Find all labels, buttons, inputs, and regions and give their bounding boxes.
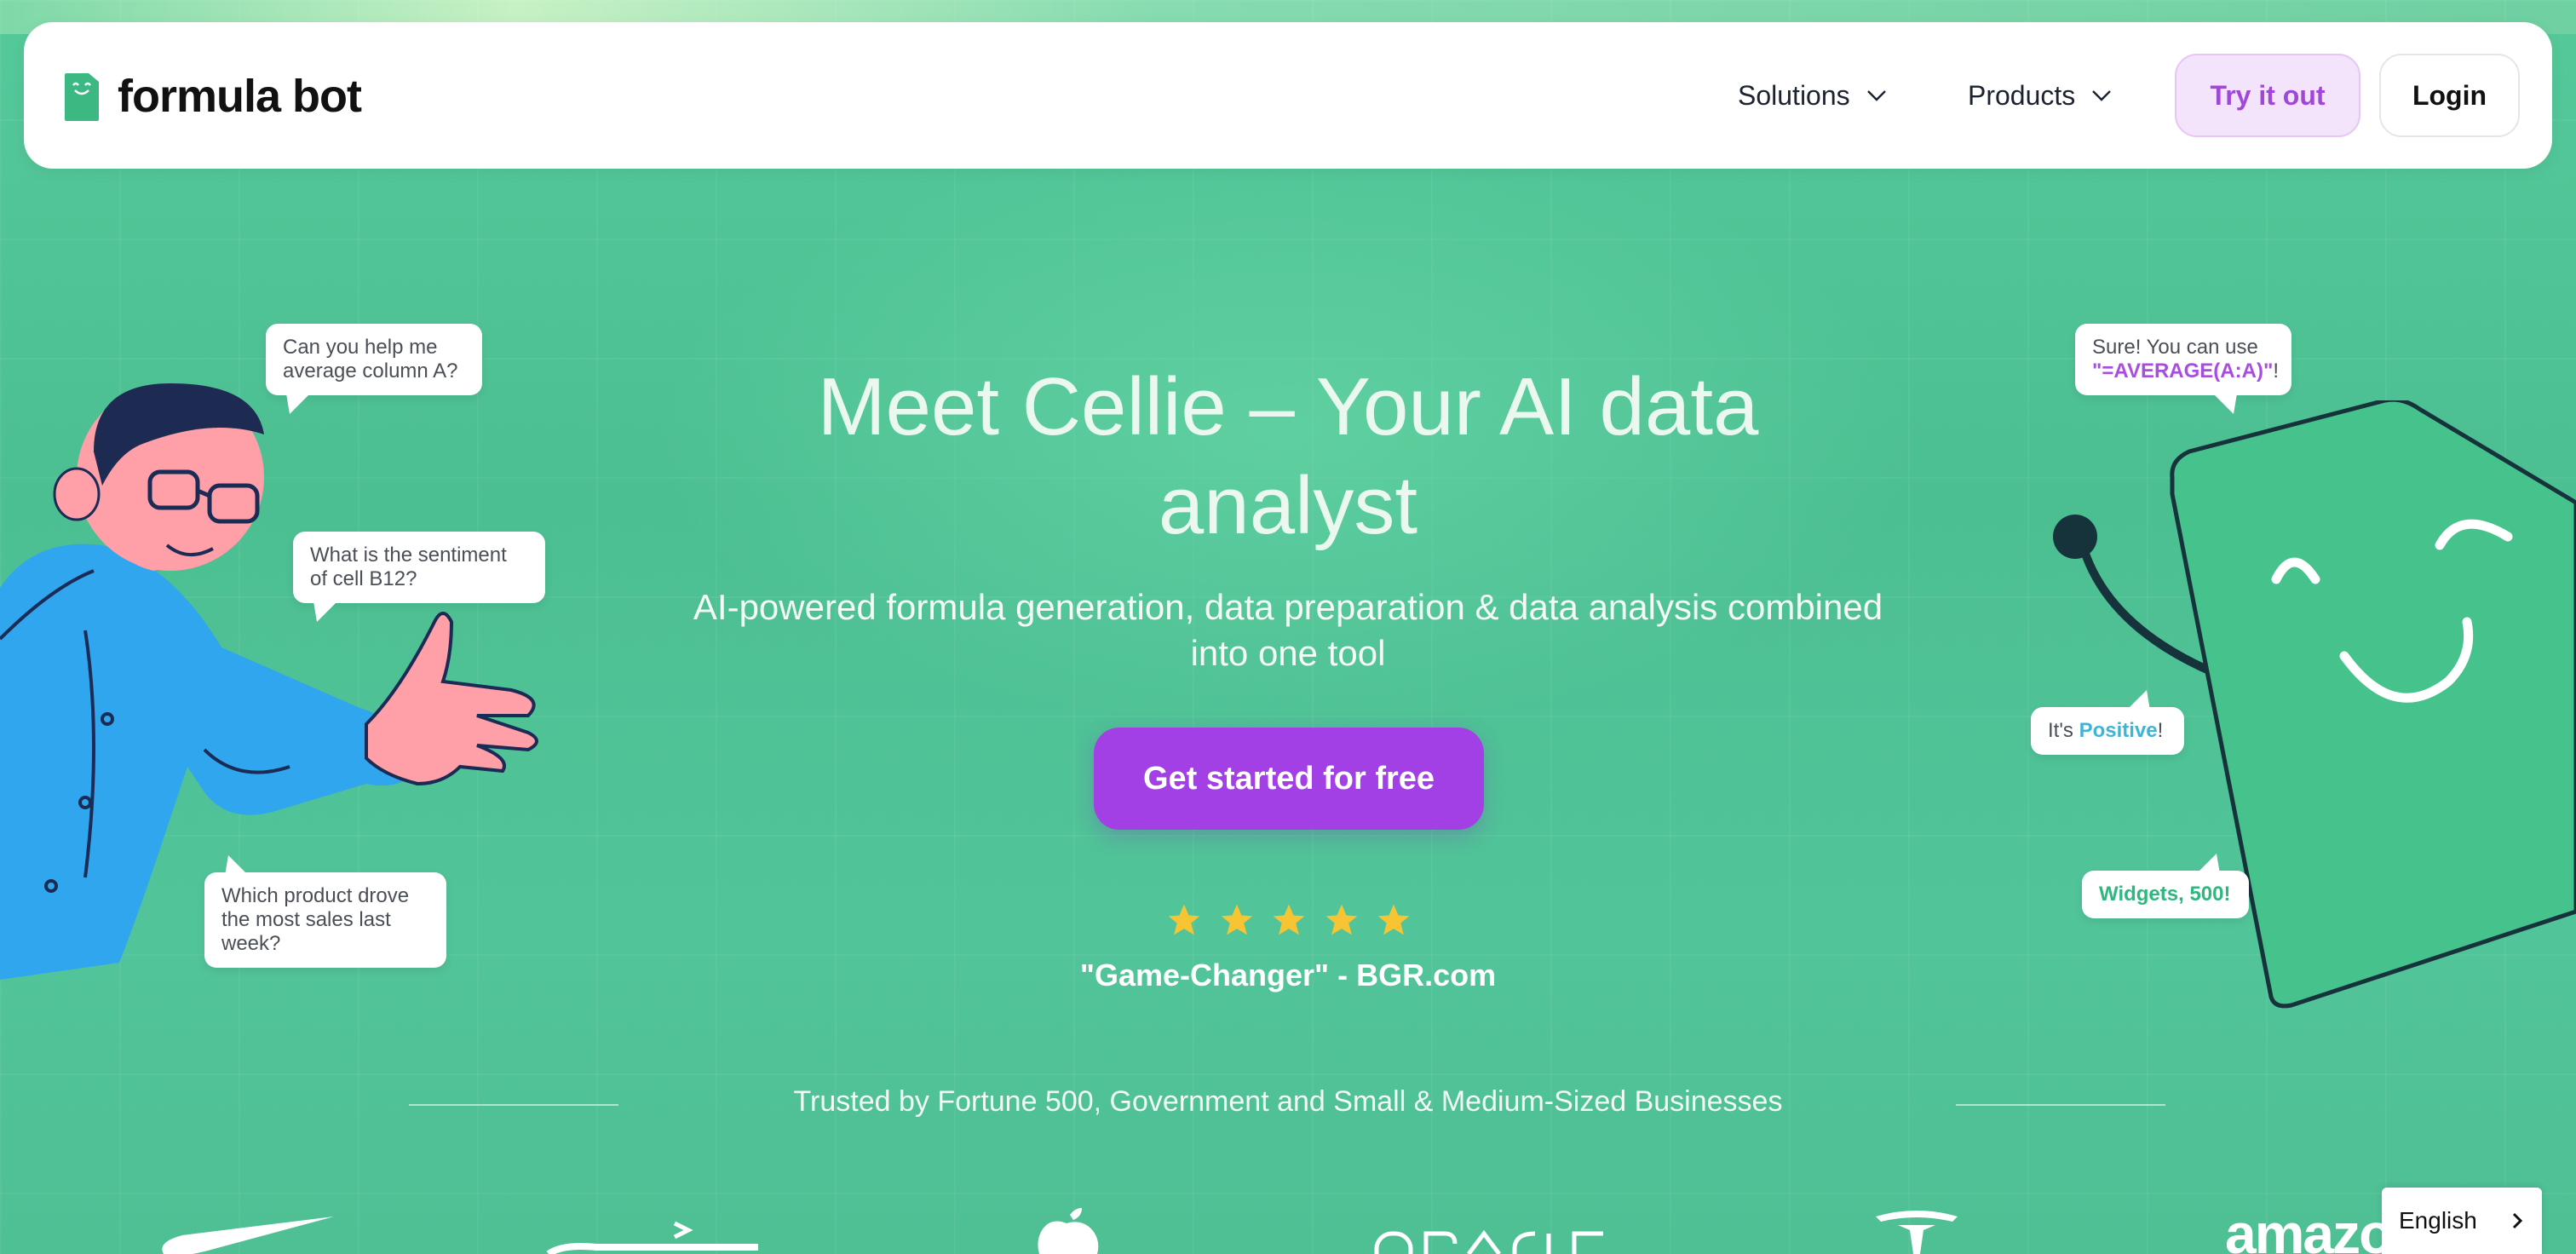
- rating-stars: [1165, 901, 1412, 944]
- chat-bubble-text: Can you help me average column A?: [283, 336, 458, 383]
- language-selector[interactable]: English: [2382, 1188, 2542, 1254]
- trusted-by-text: Trusted by Fortune 500, Government and S…: [793, 1085, 1783, 1118]
- nav-solutions-label: Solutions: [1738, 79, 1850, 111]
- login-button[interactable]: Login: [2379, 54, 2520, 137]
- bubble-tail: [2213, 394, 2237, 414]
- bubble-tail: [313, 601, 337, 622]
- chat-bubble-text: What is the sentiment of cell B12?: [310, 544, 507, 590]
- star-icon: [1377, 904, 1410, 935]
- sentiment-highlight: Positive: [2079, 719, 2158, 742]
- tesla-logo: [1876, 1211, 1958, 1254]
- bubble-tail: [225, 855, 249, 876]
- bubble-tail: [286, 394, 310, 414]
- chevron-down-icon: [2092, 90, 2112, 101]
- oracle-logo: [1374, 1230, 1603, 1254]
- apple-logo: [1038, 1208, 1099, 1254]
- chat-bubble-left-3: Which product drove the most sales last …: [204, 855, 446, 968]
- star-icon: [1168, 904, 1200, 935]
- star-icon: [1221, 904, 1252, 935]
- testimonial-quote: "Game-Changer" - BGR.com: [1079, 958, 1497, 992]
- brand-name: formula bot: [118, 71, 362, 122]
- chat-bubble-left-2: What is the sentiment of cell B12?: [293, 532, 545, 622]
- chat-bubble-right-3: Widgets, 500!: [2082, 854, 2249, 918]
- star-icon: [1325, 904, 1357, 935]
- nav-solutions[interactable]: Solutions: [1738, 70, 1888, 121]
- chat-bubble-text-suffix: !: [2157, 719, 2164, 742]
- chat-bubble-text-prefix: It's: [2048, 719, 2079, 742]
- star-icon: [1273, 904, 1305, 935]
- hero-title: Meet Cellie – Your AI data analyst: [817, 361, 1759, 551]
- chat-bubble-text-suffix: !: [2273, 360, 2279, 383]
- accenture-logo: [546, 1221, 758, 1254]
- nav-products[interactable]: Products: [1968, 70, 2113, 121]
- chat-bubble-right-1: Sure! You can use "=AVERAGE(A:A)"!: [2075, 324, 2291, 414]
- bubble-tail: [2196, 854, 2220, 874]
- chat-bubble-text: Widgets, 500!: [2099, 883, 2231, 906]
- bubble-tail: [2126, 690, 2150, 710]
- try-it-out-button[interactable]: Try it out: [2175, 54, 2360, 137]
- get-started-button[interactable]: Get started for free: [1094, 728, 1484, 830]
- chat-bubble-text: Which product drove the most sales last …: [221, 884, 410, 955]
- navbar: formula bot Solutions Products Try it ou…: [24, 22, 2552, 169]
- chat-bubble-left-1: Can you help me average column A?: [266, 324, 482, 414]
- hero-subtitle: AI-powered formula generation, data prep…: [693, 587, 1883, 673]
- chat-bubble-right-2: It's Positive!: [2031, 690, 2184, 755]
- divider-right: [1956, 1104, 2165, 1106]
- divider-left: [409, 1104, 618, 1106]
- chevron-right-icon: [2512, 1212, 2523, 1229]
- nike-logo: [162, 1217, 334, 1254]
- formula-highlight: "=AVERAGE(A:A)": [2092, 360, 2274, 383]
- amazon-logo: amazo: [2225, 1202, 2393, 1254]
- nav-products-label: Products: [1968, 79, 2076, 111]
- chevron-down-icon: [1866, 90, 1886, 101]
- chat-bubble-text-prefix: Sure! You can use: [2092, 336, 2258, 359]
- formula-bot-logo-icon: [65, 73, 99, 121]
- brand-logo-link[interactable]: formula bot: [61, 66, 362, 126]
- language-selected: English: [2399, 1207, 2477, 1234]
